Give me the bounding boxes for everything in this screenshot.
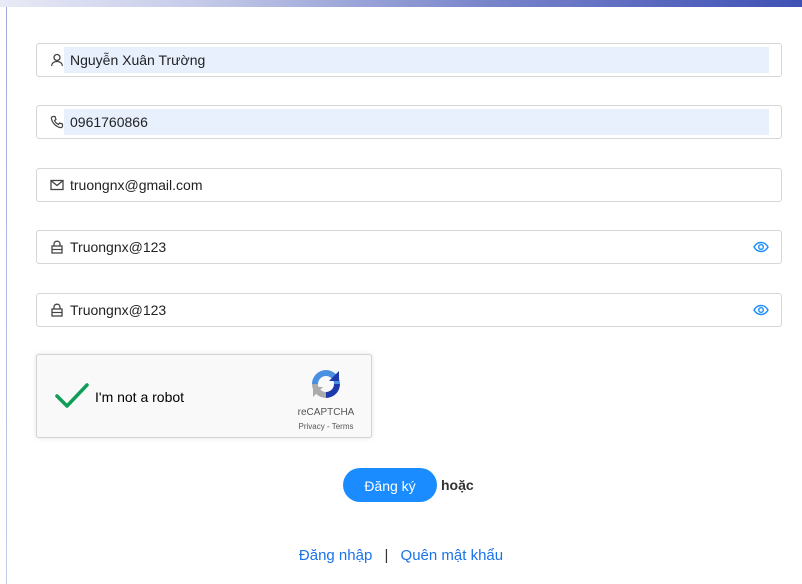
- recaptcha-widget: I'm not a robot reCAPTCHA Privacy - Term…: [36, 354, 372, 438]
- email-value: truongnx@gmail.com: [70, 177, 203, 193]
- recaptcha-logo: [312, 370, 340, 398]
- confirm-password-field[interactable]: Truongnx@123: [36, 293, 782, 327]
- mail-icon: [50, 179, 64, 191]
- left-border: [6, 7, 7, 584]
- name-value: Nguyễn Xuân Trường: [70, 52, 206, 68]
- check-icon[interactable]: [55, 383, 89, 409]
- lock-icon: [51, 240, 63, 254]
- email-field[interactable]: truongnx@gmail.com: [36, 168, 782, 202]
- recaptcha-links: Privacy - Terms: [289, 422, 363, 431]
- eye-icon[interactable]: [753, 303, 769, 317]
- phone-value: 0961760866: [70, 114, 148, 130]
- lock-icon: [51, 303, 63, 317]
- confirm-password-value: Truongnx@123: [70, 302, 167, 318]
- password-value: Truongnx@123: [70, 239, 167, 255]
- recaptcha-label: I'm not a robot: [95, 389, 185, 405]
- top-accent-bar: [0, 0, 802, 7]
- eye-icon[interactable]: [753, 240, 769, 254]
- or-label: hoặc: [441, 477, 474, 493]
- terms-link[interactable]: Terms: [332, 422, 354, 431]
- password-field[interactable]: Truongnx@123: [36, 230, 782, 264]
- link-divider: |: [384, 547, 389, 564]
- forgot-password-link[interactable]: Quên mật khẩu: [401, 547, 504, 564]
- login-link[interactable]: Đăng nhập: [299, 547, 372, 564]
- privacy-link[interactable]: Privacy: [299, 422, 325, 431]
- phone-icon: [50, 115, 64, 129]
- autofill-highlight: [64, 109, 769, 135]
- user-icon: [50, 53, 64, 67]
- phone-field[interactable]: 0961760866: [36, 105, 782, 139]
- recaptcha-brand: reCAPTCHA: [297, 407, 355, 418]
- link-separator: -: [326, 422, 330, 431]
- name-field[interactable]: Nguyễn Xuân Trường: [36, 43, 782, 77]
- register-button[interactable]: Đăng ký: [343, 468, 437, 502]
- auth-links: Đăng nhập | Quên mật khẩu: [0, 547, 802, 564]
